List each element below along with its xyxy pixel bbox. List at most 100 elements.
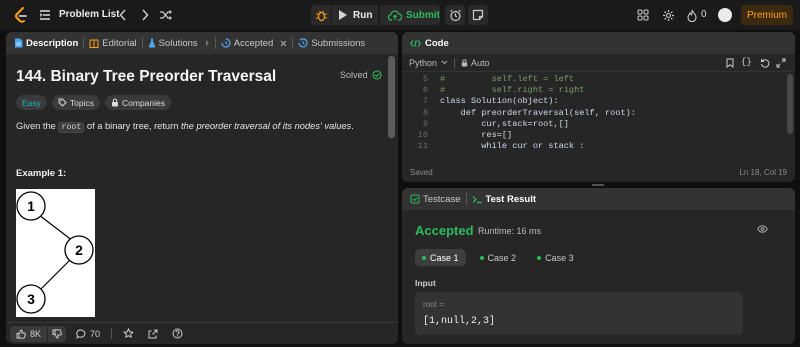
problem-title[interactable]: 144. Binary Tree Preorder Traversal bbox=[16, 68, 276, 86]
terminal-icon bbox=[472, 195, 483, 204]
solved-badge: Solved bbox=[340, 70, 382, 80]
input-label: Input bbox=[415, 278, 436, 288]
input-box: root = [1,null,2,3] bbox=[415, 292, 743, 335]
run-label: Run bbox=[353, 9, 373, 21]
tab-accepted[interactable]: Accepted bbox=[221, 38, 288, 49]
code-title: Code bbox=[425, 37, 449, 49]
code-line: 10 res=[] bbox=[417, 130, 513, 141]
clock-icon bbox=[221, 38, 231, 48]
grid-icon[interactable] bbox=[637, 9, 649, 21]
leetcode-logo[interactable] bbox=[13, 7, 29, 23]
submit-label: Submit bbox=[406, 9, 440, 21]
tree-node-label: 2 bbox=[75, 242, 83, 258]
chevron-right-icon[interactable] bbox=[139, 8, 151, 22]
share-icon[interactable] bbox=[148, 329, 158, 339]
book-icon bbox=[89, 39, 99, 48]
status-dot bbox=[479, 255, 484, 260]
tab-test-result[interactable]: Test Result bbox=[472, 194, 536, 205]
note-icon[interactable] bbox=[468, 5, 488, 25]
dislike-button[interactable] bbox=[48, 325, 67, 342]
tab-testcase[interactable]: Testcase bbox=[410, 194, 461, 205]
code-line: 7 class Solution(object): bbox=[422, 96, 559, 107]
tab-editorial[interactable]: Editorial bbox=[89, 38, 137, 49]
streak-count: 0 bbox=[701, 9, 707, 20]
auto-mode[interactable]: Auto bbox=[461, 58, 490, 68]
result-tabbar: Testcase Test Result bbox=[402, 188, 795, 210]
premium-button[interactable]: Premium bbox=[741, 5, 793, 25]
code-line: 9 cur,stack=root,[] bbox=[422, 118, 569, 129]
status-dot bbox=[537, 255, 542, 260]
list-icon[interactable] bbox=[39, 9, 51, 21]
code-header: Code bbox=[402, 32, 795, 54]
tab-solutions[interactable]: Solutions bbox=[148, 38, 198, 49]
difficulty-badge: Easy bbox=[16, 95, 47, 110]
code-icon bbox=[410, 39, 421, 48]
topics-button[interactable]: Topics bbox=[51, 95, 100, 110]
runtime-label: Runtime: 16 ms bbox=[478, 226, 542, 236]
var-name: root = bbox=[423, 300, 444, 309]
comment-icon bbox=[76, 328, 86, 339]
star-icon[interactable] bbox=[123, 328, 134, 339]
reset-icon[interactable] bbox=[760, 58, 770, 68]
example-heading: Example 1: bbox=[16, 168, 67, 179]
eye-icon[interactable] bbox=[757, 225, 768, 233]
tree-node-label: 3 bbox=[27, 291, 35, 307]
run-button[interactable]: Run bbox=[332, 5, 378, 25]
help-icon[interactable] bbox=[172, 328, 183, 339]
editor-toolbar: Python Auto {} bbox=[402, 54, 795, 72]
tree-node-label: 1 bbox=[27, 198, 35, 214]
scrollbar[interactable] bbox=[388, 56, 395, 324]
code-line: 5 # self.left = left bbox=[422, 73, 575, 84]
case-tab-3[interactable]: Case 3 bbox=[530, 249, 581, 266]
code-panel: Code Python Auto {} 5 # self.left = left … bbox=[402, 32, 795, 182]
tag-row: Easy Topics Companies bbox=[16, 95, 171, 110]
code-editor[interactable]: 5 # self.left = left 6 # self.right = righ… bbox=[402, 72, 795, 157]
code-line: 6 # self.right = right bbox=[422, 84, 585, 95]
braces-icon[interactable]: {} bbox=[741, 57, 752, 67]
tab-submissions[interactable]: Submissions bbox=[298, 38, 365, 49]
test-result-panel: Testcase Test Result Accepted Runtime: 1… bbox=[402, 188, 795, 344]
lock-icon bbox=[461, 58, 468, 67]
bookmark-icon[interactable] bbox=[726, 58, 734, 68]
companies-button[interactable]: Companies bbox=[105, 95, 171, 110]
document-icon bbox=[14, 38, 23, 48]
avatar[interactable] bbox=[718, 8, 732, 22]
comments-button[interactable]: 70 bbox=[76, 329, 100, 339]
tab-description[interactable]: Description bbox=[14, 38, 78, 49]
flask-icon bbox=[148, 38, 156, 48]
play-icon bbox=[339, 10, 347, 20]
description-panel: Description Editorial Solutions Accepted… bbox=[6, 32, 398, 344]
alarm-clock-icon[interactable] bbox=[445, 5, 465, 25]
thumbs-down-icon bbox=[52, 328, 62, 339]
history-icon bbox=[298, 38, 308, 48]
code-line: 11 while cur or stack : bbox=[417, 141, 585, 152]
chevron-left-icon[interactable] bbox=[117, 8, 129, 22]
language-select[interactable]: Python bbox=[409, 58, 448, 68]
submit-button[interactable]: Submit bbox=[380, 5, 440, 25]
expand-icon[interactable] bbox=[776, 58, 786, 68]
close-icon[interactable] bbox=[280, 40, 287, 47]
var-value: [1,null,2,3] bbox=[423, 316, 496, 327]
shuffle-icon[interactable] bbox=[158, 8, 172, 22]
flame-icon[interactable] bbox=[686, 8, 698, 22]
checkbox-icon bbox=[410, 194, 420, 204]
chevron-right-icon bbox=[205, 39, 210, 47]
tree-diagram: 1 2 3 bbox=[16, 189, 95, 317]
problem-list-link[interactable]: Problem List bbox=[59, 9, 120, 20]
problem-description: Given the root of a binary tree, return … bbox=[16, 121, 354, 133]
resize-handle[interactable] bbox=[592, 184, 604, 186]
case-tab-2[interactable]: Case 2 bbox=[473, 249, 524, 266]
inline-code: root bbox=[58, 122, 85, 133]
status-dot bbox=[422, 255, 426, 260]
gear-icon[interactable] bbox=[661, 8, 675, 22]
like-button[interactable]: 8K bbox=[10, 325, 48, 342]
description-tabbar: Description Editorial Solutions Accepted… bbox=[6, 32, 398, 54]
case-tab-1[interactable]: Case 1 bbox=[415, 249, 466, 266]
check-circle-icon bbox=[371, 70, 382, 80]
cloud-upload-icon bbox=[388, 10, 402, 21]
scrollbar[interactable] bbox=[787, 74, 793, 134]
debug-button[interactable] bbox=[311, 5, 331, 25]
scrollbar-thumb[interactable] bbox=[388, 56, 395, 138]
code-line: 8 def preorderTraversal(self, root): bbox=[422, 107, 636, 118]
save-status: Saved bbox=[410, 168, 433, 177]
